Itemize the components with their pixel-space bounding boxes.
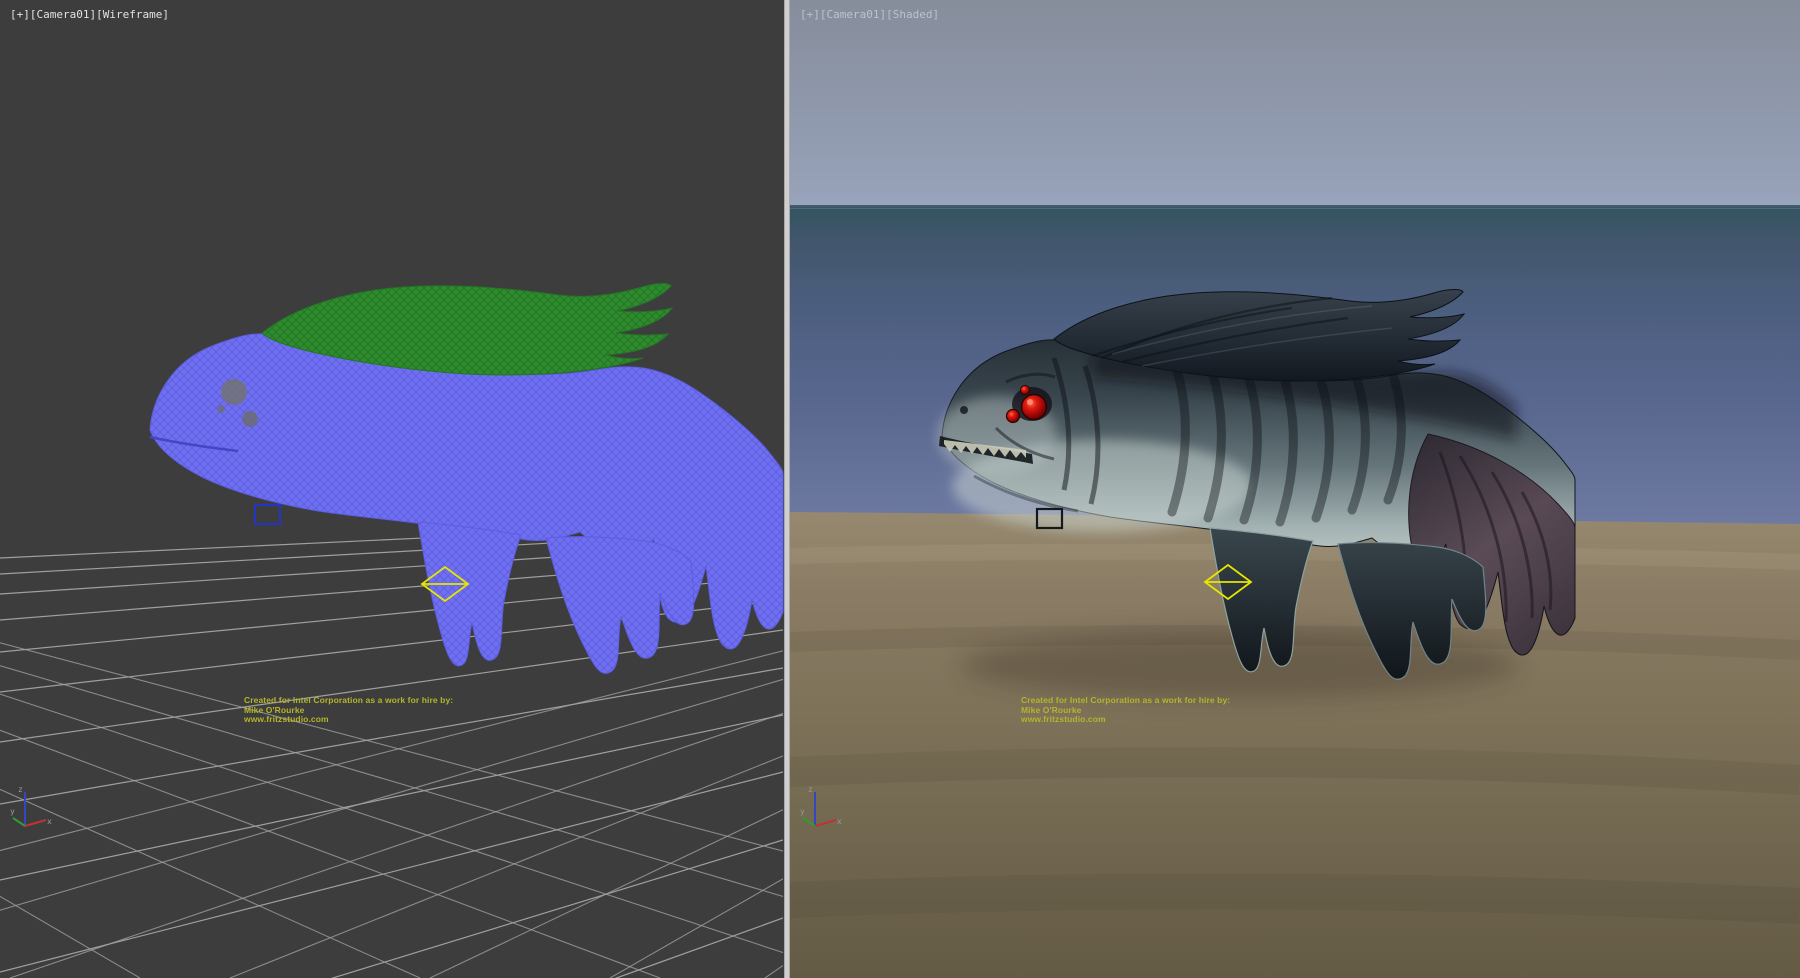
- x-axis-label: x: [837, 817, 842, 826]
- z-axis-label: z: [18, 785, 23, 794]
- y-axis-line: [13, 818, 25, 826]
- nostril: [960, 406, 968, 414]
- front-leg-fin-wireframe[interactable]: [418, 522, 521, 666]
- credit-line-3: www.fritzstudio.com: [1021, 715, 1230, 725]
- viewport-label-wireframe[interactable]: [+][Camera01][Wireframe]: [10, 8, 169, 21]
- rectangle-helper[interactable]: [255, 505, 280, 524]
- x-axis-line: [25, 820, 46, 826]
- z-axis-label: z: [808, 785, 813, 794]
- credit-text: Created for Intel Corporation as a work …: [1021, 696, 1230, 725]
- y-axis-line: [803, 818, 815, 826]
- y-axis-label: y: [10, 807, 15, 816]
- wireframe-scene-canvas: [0, 0, 784, 978]
- viewport-wireframe[interactable]: [+][Camera01][Wireframe] Created for Int…: [0, 0, 784, 978]
- fish-model-wireframe[interactable]: [150, 284, 783, 674]
- world-axis-tripod: z x y: [800, 784, 844, 832]
- shaded-scene-canvas: [790, 0, 1800, 978]
- y-axis-label: y: [800, 807, 805, 816]
- credit-text: Created for Intel Corporation as a work …: [244, 696, 453, 725]
- eye-tiny: [1021, 386, 1030, 395]
- credit-line-3: www.fritzstudio.com: [244, 715, 453, 725]
- viewport-shaded[interactable]: [+][Camera01][Shaded] Created for Intel …: [790, 0, 1800, 978]
- viewport-label-shaded[interactable]: [+][Camera01][Shaded]: [800, 8, 939, 21]
- eye-highlight: [1027, 399, 1033, 405]
- x-axis-line: [815, 820, 836, 826]
- horizon-line: [790, 205, 1800, 208]
- eye-large: [1022, 395, 1047, 420]
- world-axis-tripod: z x y: [10, 784, 54, 832]
- eye-small: [1007, 410, 1020, 423]
- x-axis-label: x: [47, 817, 52, 826]
